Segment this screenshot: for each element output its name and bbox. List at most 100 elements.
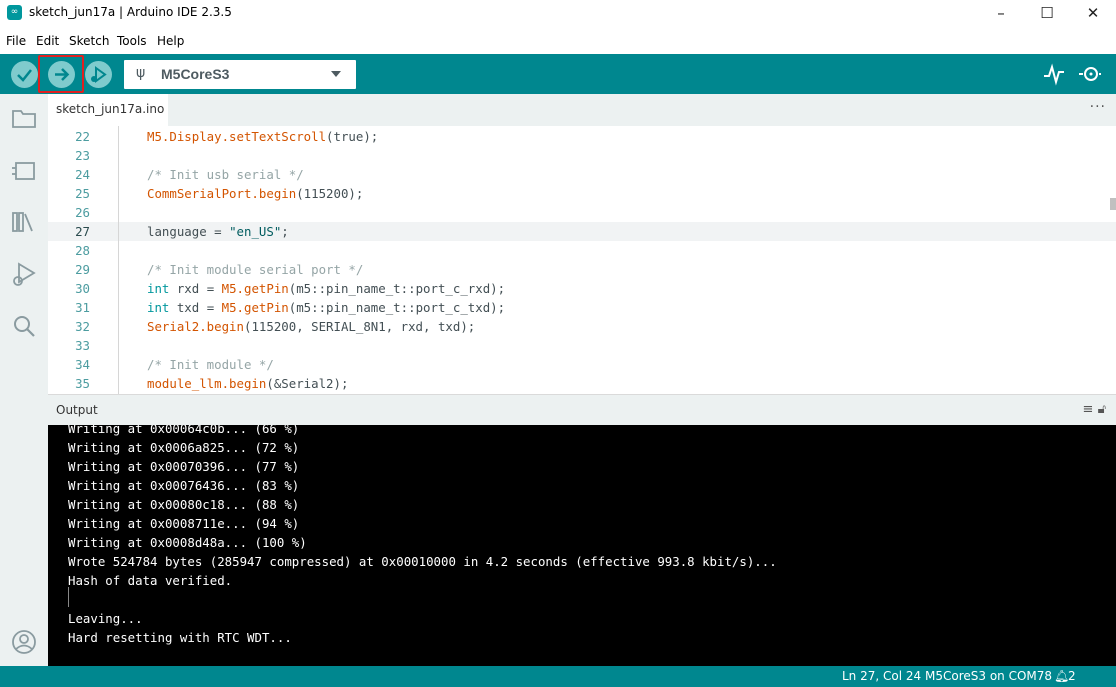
code-token: (m5::pin_name_t::port_c_rxd);	[288, 281, 506, 296]
board-selector[interactable]: ψ M5CoreS3	[124, 60, 356, 89]
code-line[interactable]: 22 M5.Display.setTextScroll(true);	[48, 127, 1116, 146]
code-line[interactable]: 26	[48, 203, 1116, 222]
code-token: (m5::pin_name_t::port_c_txd);	[288, 300, 506, 315]
console-line: Hash of data verified.	[68, 573, 233, 588]
code-line[interactable]: 30 int rxd = M5.getPin(m5::pin_name_t::po…	[48, 279, 1116, 298]
code-line[interactable]: 25 CommSerialPort.begin(115200);	[48, 184, 1116, 203]
scrollbar-marker[interactable]	[1110, 198, 1116, 210]
notification-icon[interactable]: 🔔︎	[1054, 669, 1069, 683]
verify-button[interactable]	[11, 61, 38, 88]
folder-icon[interactable]	[10, 104, 38, 132]
maximize-button[interactable]: ☐	[1024, 0, 1070, 28]
indent-guide	[118, 126, 119, 394]
line-number: 23	[75, 148, 90, 163]
text-cursor	[68, 587, 69, 607]
console-line: Leaving...	[68, 611, 143, 626]
console-line: Writing at 0x0008711e... (94 %)	[68, 516, 300, 531]
code-line[interactable]: 27 language = "en_US";	[48, 222, 1116, 241]
code-token: rxd =	[169, 281, 222, 296]
menu-file[interactable]: File	[6, 34, 26, 48]
line-number: 22	[75, 129, 90, 144]
code-text: M5.Display.setTextScroll(true);	[147, 127, 378, 146]
board-manager-icon[interactable]	[10, 157, 38, 185]
console-line: Writing at 0x00076436... (83 %)	[68, 478, 300, 493]
code-token: (115200, SERIAL_8N1, rxd, txd);	[243, 319, 476, 334]
code-line[interactable]: 29 /* Init module serial port */	[48, 260, 1116, 279]
code-text: module_llm.begin(&Serial2);	[147, 374, 348, 393]
console-line: Writing at 0x00064c0b... (66 %)	[68, 425, 300, 436]
tab-sketch-file[interactable]: sketch_jun17a.ino	[48, 94, 168, 126]
code-line[interactable]: 28	[48, 241, 1116, 260]
toolbar: ψ M5CoreS3	[0, 54, 1116, 94]
output-panel-header: Output ≡ 🔓︎	[48, 394, 1116, 425]
console-line: Writing at 0x00070396... (77 %)	[68, 459, 300, 474]
menu-edit[interactable]: Edit	[36, 34, 59, 48]
usb-icon: ψ	[136, 65, 146, 81]
code-text: /* Init module */	[147, 355, 274, 374]
code-text: int txd = M5.getPin(m5::pin_name_t::port…	[147, 298, 505, 317]
console-line: Hard resetting with RTC WDT...	[68, 630, 292, 645]
search-icon[interactable]	[10, 312, 38, 340]
menu-sketch[interactable]: Sketch	[69, 34, 109, 48]
code-text: /* Init usb serial */	[147, 165, 304, 184]
code-line[interactable]: 32 Serial2.begin(115200, SERIAL_8N1, rxd,…	[48, 317, 1116, 336]
console-line: Writing at 0x0006a825... (72 %)	[68, 440, 300, 455]
chevron-down-icon	[331, 71, 341, 77]
line-number: 30	[75, 281, 90, 296]
code-line[interactable]: 34 /* Init module */	[48, 355, 1116, 374]
code-token: (true);	[326, 129, 379, 144]
debugger-icon	[91, 66, 107, 83]
code-line[interactable]: 33	[48, 336, 1116, 355]
menu-help[interactable]: Help	[157, 34, 184, 48]
pulse-icon[interactable]	[1042, 62, 1066, 86]
debug-icon[interactable]	[10, 260, 38, 288]
checkmark-icon	[17, 69, 32, 82]
line-number: 31	[75, 300, 90, 315]
window-title: sketch_jun17a | Arduino IDE 2.3.5	[29, 5, 232, 19]
debug-button[interactable]	[85, 61, 112, 88]
code-token: /* Init usb serial */	[147, 167, 304, 182]
cursor-position[interactable]: Ln 27, Col 24	[842, 669, 921, 683]
code-token: M5.getPin	[221, 300, 289, 315]
code-token: int	[147, 300, 170, 315]
code-line[interactable]: 24 /* Init usb serial */	[48, 165, 1116, 184]
code-token: Serial2.begin	[147, 319, 244, 334]
code-token: (115200);	[296, 186, 364, 201]
close-button[interactable]: ✕	[1070, 0, 1116, 28]
minimize-button[interactable]: –	[978, 0, 1024, 28]
library-icon[interactable]	[10, 208, 38, 236]
status-bar: Ln 27, Col 24 M5CoreS3 on COM78 🔔︎ 2	[0, 666, 1116, 687]
code-token: int	[147, 281, 170, 296]
code-line[interactable]: 35 module_llm.begin(&Serial2);	[48, 374, 1116, 393]
code-line[interactable]: 31 int txd = M5.getPin(m5::pin_name_t::po…	[48, 298, 1116, 317]
notification-count[interactable]: 2	[1068, 669, 1076, 683]
console-line: Writing at 0x00080c18... (88 %)	[68, 497, 300, 512]
code-editor[interactable]: 35 module_llm.begin(&Serial2); 34 /* Init m…	[48, 126, 1116, 394]
board-port-status[interactable]: M5CoreS3 on COM78	[925, 669, 1052, 683]
console-line: Writing at 0x0008d48a... (100 %)	[68, 535, 307, 550]
lock-icon[interactable]: 🔓︎	[1098, 402, 1106, 417]
line-number: 32	[75, 319, 90, 334]
clear-output-icon[interactable]: ≡	[1083, 402, 1094, 417]
code-token: /* Init module */	[147, 357, 274, 372]
code-token: ;	[281, 224, 289, 239]
upload-button-highlight	[38, 55, 84, 93]
code-token: "en_US"	[229, 224, 282, 239]
account-icon[interactable]	[10, 628, 38, 656]
code-text: Serial2.begin(115200, SERIAL_8N1, rxd, t…	[147, 317, 475, 336]
line-number: 28	[75, 243, 90, 258]
code-line[interactable]: 23	[48, 146, 1116, 165]
more-icon[interactable]: ···	[1090, 99, 1106, 115]
code-token: M5.getPin	[221, 281, 289, 296]
code-token: txd =	[169, 300, 222, 315]
arduino-logo-icon: ∞	[7, 5, 22, 20]
title-bar: ∞ sketch_jun17a | Arduino IDE 2.3.5 – ☐ …	[0, 0, 1116, 28]
menu-tools[interactable]: Tools	[117, 34, 147, 48]
console-line: Wrote 524784 bytes (285947 compressed) a…	[68, 554, 777, 569]
output-title: Output	[56, 403, 98, 417]
code-token: (&Serial2);	[266, 376, 349, 391]
sidebar	[0, 94, 48, 666]
output-console[interactable]: Writing at 0x00064c0b... (66 %) Writing a…	[48, 425, 1116, 666]
line-number: 26	[75, 205, 90, 220]
magnifier-icon[interactable]	[1077, 62, 1101, 86]
